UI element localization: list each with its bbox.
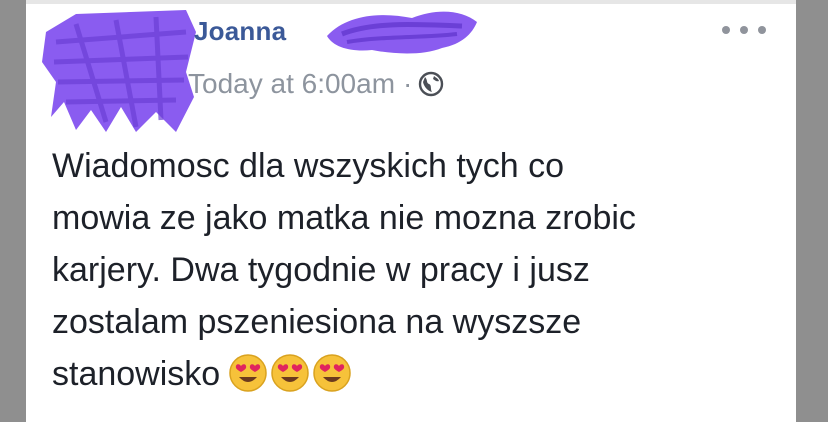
left-border (0, 0, 26, 422)
avatar-redacted[interactable] (36, 2, 206, 137)
post-body: Wiadomosc dla wszyskich tych co mowia ze… (52, 140, 792, 400)
surname-redacted (327, 11, 477, 54)
more-dot (740, 26, 748, 34)
post-timestamp[interactable]: Today at 6:00am (188, 68, 395, 100)
globe-icon[interactable] (418, 71, 444, 97)
post-text-line: mowia ze jako matka nie mozna zrobic (52, 199, 636, 237)
post-card: Joanna Today at 6:00am · Wiadomosc dla w… (26, 0, 796, 422)
meta-separator: · (403, 68, 413, 99)
post-text-line: zostalam pszeniesiona na wyszsze (52, 303, 582, 341)
post-text-line: Wiadomosc dla wszyskich tych co (52, 147, 565, 185)
heart-eyes-emoji-icon (271, 354, 309, 392)
more-dot (758, 26, 766, 34)
more-dot (722, 26, 730, 34)
heart-eyes-emoji-icon (313, 354, 351, 392)
post-meta: Today at 6:00am · (188, 68, 444, 100)
heart-eyes-emoji-icon (229, 354, 267, 392)
more-options-icon[interactable] (722, 20, 766, 40)
post-text-line: karjery. Dwa tygodnie w pracy i jusz (52, 251, 590, 289)
right-border (796, 0, 828, 422)
post-text-line: stanowisko (52, 355, 221, 393)
emoji-group (228, 353, 352, 393)
author-name[interactable]: Joanna (194, 16, 286, 47)
post-text-last-line: stanowisko (52, 348, 792, 400)
